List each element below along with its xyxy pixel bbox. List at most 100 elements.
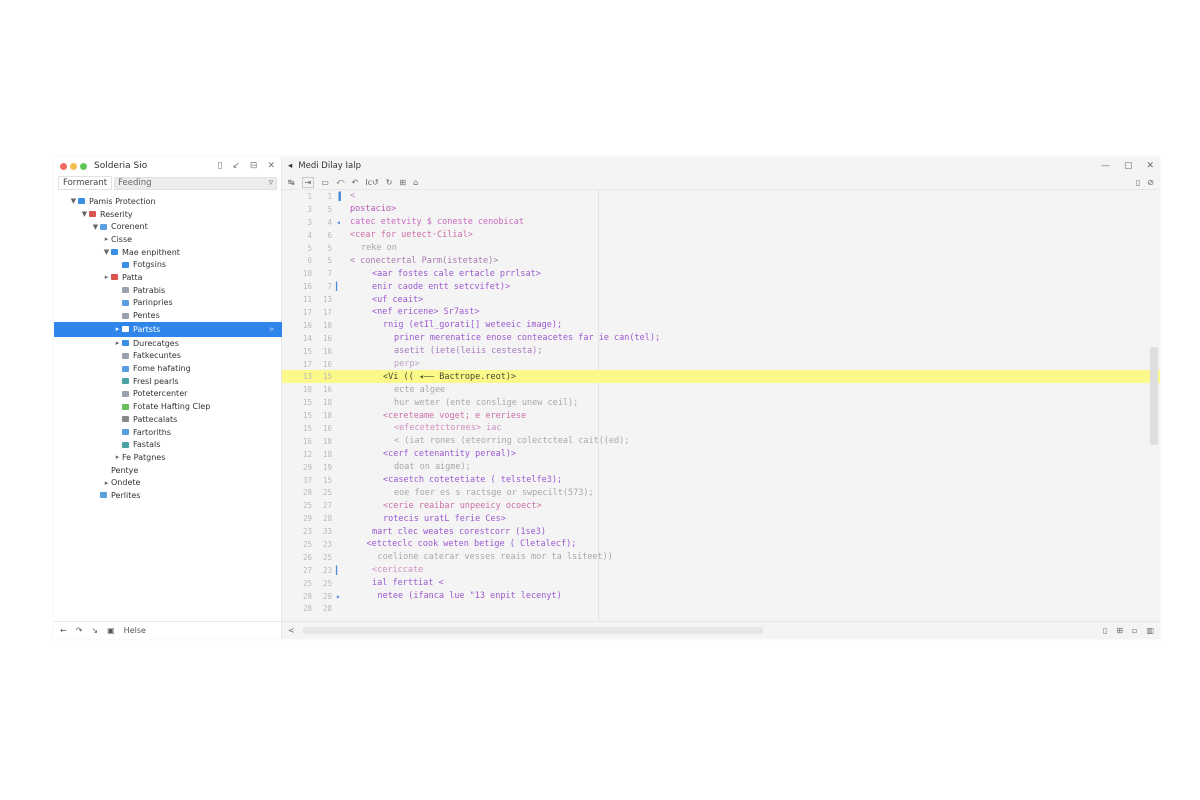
disclosure-icon[interactable]: ▼ — [69, 197, 78, 205]
disclosure-icon[interactable]: ▸ — [102, 273, 111, 281]
code-line[interactable]: 6 5 < conectertal Parm(istetate)> — [282, 254, 1160, 267]
code-text[interactable]: ecte algee — [388, 385, 445, 395]
tree-item[interactable]: Pentye — [54, 464, 282, 477]
tree-item[interactable]: ▸ Partsts ▹ — [54, 321, 282, 337]
tree-item[interactable]: Fresl pearls — [54, 375, 282, 388]
tree-item[interactable]: Fome hafating — [54, 362, 282, 375]
gutter-marker-icon[interactable]: ▸ — [336, 592, 344, 601]
code-line[interactable]: 1 1 ▐ < — [282, 190, 1160, 203]
tree-item[interactable]: ▸ Patta — [54, 271, 282, 284]
code-line[interactable]: 29 19 doat on aigme); — [282, 461, 1160, 474]
tree-item[interactable]: Potetercenter — [54, 388, 282, 401]
filter-icon[interactable]: ▿ — [269, 178, 273, 188]
code-line[interactable]: 25 25 ial ferttiat < — [282, 577, 1160, 590]
code-text[interactable]: <casetch cotetetiate ( telstelfe3); — [377, 475, 562, 485]
code-line[interactable]: 25 23 <etcteclc cook weten betige ( Cletal… — [282, 538, 1160, 551]
code-line[interactable]: 15 16 <efecetetctorees> iac — [282, 422, 1160, 435]
code-line[interactable]: 3 5 postacio> — [282, 203, 1160, 216]
code-text[interactable]: < conectertal Parm(istetate)> — [344, 256, 498, 266]
code-line[interactable]: 37 15 <casetch cotetetiate ( telstelfe3); — [282, 474, 1160, 487]
gutter-marker-icon[interactable]: ▐ — [336, 192, 344, 201]
code-text[interactable]: enir caode entt setcvifet)> — [366, 282, 510, 292]
tree-item[interactable]: ▼ Pamis Protection — [54, 195, 282, 208]
tree-item[interactable]: Fotate Hafting Clep — [54, 400, 282, 413]
code-text[interactable]: <cerie reaibar unpeeicy ocoect> — [377, 501, 542, 511]
layout-icon[interactable]: ⊟ — [250, 161, 258, 171]
code-line[interactable]: 5 5 reke on — [282, 242, 1160, 255]
back-icon[interactable]: ← — [60, 626, 67, 635]
tree-item[interactable]: Patrabis — [54, 284, 282, 297]
code-text[interactable]: ial ferttiat < — [366, 578, 444, 588]
minimize-icon[interactable]: — — [1101, 161, 1110, 171]
disclosure-icon[interactable]: ▸ — [113, 453, 122, 461]
code-text[interactable]: rotecis uratL ferie Ces> — [377, 514, 506, 524]
code-text[interactable]: <etcteclc cook weten betige ( Cletalecf)… — [361, 539, 577, 549]
code-line[interactable]: 28 28 — [282, 603, 1160, 616]
code-text[interactable]: asetit (iete(leiis cestesta); — [388, 346, 542, 356]
next-icon[interactable]: ↘ — [91, 626, 98, 635]
settings-icon[interactable]: ⊘ — [1147, 178, 1154, 187]
tree-item[interactable]: ▼ Mae enpithent — [54, 246, 282, 259]
tree-item[interactable]: Fatkecuntes — [54, 350, 282, 363]
code-line[interactable]: 16 18 < (iat rones (eteorring colectcteal … — [282, 435, 1160, 448]
code-area[interactable]: 1 1 ▐ <3 5 postacio> 3 4 ◂ catec etetvity $ cones… — [282, 190, 1160, 621]
code-text[interactable]: <cericcate — [366, 565, 423, 575]
tree-item[interactable]: Pentes — [54, 309, 282, 322]
disclosure-icon[interactable]: ▼ — [102, 248, 111, 256]
sidebar-filter[interactable]: Feeding ▿ — [114, 176, 277, 190]
code-text[interactable]: doat on aigme); — [388, 462, 471, 472]
code-text[interactable]: hur weter (ente conslige unew ceil); — [388, 398, 578, 408]
code-line[interactable]: 17 17 <nef ericene> Sr7ast> — [282, 306, 1160, 319]
code-line[interactable]: 14 16 priner merenatice enose conteacetes … — [282, 332, 1160, 345]
tree-item[interactable]: ▼ Corenent — [54, 220, 282, 233]
code-text[interactable]: <cereteame voget; e ereriese — [377, 411, 526, 421]
tree-item[interactable]: ▸ Ondete — [54, 476, 282, 489]
box-icon[interactable]: ▫ — [1132, 626, 1137, 635]
code-text[interactable]: priner merenatice enose conteacetes far … — [388, 333, 660, 343]
code-text[interactable]: <cerf cetenantity pereal)> — [377, 449, 516, 459]
code-text[interactable]: <efecetetctorees> iac — [388, 423, 501, 433]
tree-item[interactable]: ▸ Durecatges — [54, 337, 282, 350]
grid-icon[interactable]: ⊞ — [1116, 626, 1123, 635]
code-line[interactable]: 17 16 perp> — [282, 358, 1160, 371]
panel-icon[interactable]: ▥ — [1146, 626, 1154, 635]
tree-item[interactable]: Pattecalats — [54, 413, 282, 426]
tree-item[interactable]: ▸ Cisse — [54, 233, 282, 246]
disclosure-icon[interactable]: ▼ — [80, 210, 89, 218]
tree-item[interactable]: Fotgsins — [54, 258, 282, 271]
code-line[interactable]: 3 4 ◂ catec etetvity $ coneste cenobicat — [282, 216, 1160, 229]
vertical-scrollbar[interactable] — [1150, 347, 1158, 445]
code-text[interactable]: rnig (etIl_gorati[] weteeic image); — [377, 320, 562, 330]
code-line[interactable]: 28 25 eoe foer es s ractsge or swpecilt(57… — [282, 486, 1160, 499]
redo-icon[interactable]: ↻ — [386, 178, 393, 187]
gutter-marker-icon[interactable]: ▎ — [336, 566, 344, 575]
horizontal-scroll-thumb[interactable] — [302, 627, 763, 634]
disclosure-icon[interactable]: ▼ — [91, 223, 100, 231]
code-line[interactable]: 15 16 asetit (iete(leiis cestesta); — [282, 345, 1160, 358]
pen-icon[interactable]: ⤺ — [336, 177, 345, 187]
disclosure-icon[interactable]: ▸ — [113, 339, 122, 347]
layout-icon[interactable]: ▯ — [1103, 626, 1107, 635]
code-text[interactable]: <Vi (( ◂—— Bactrope.reot)> — [377, 372, 516, 382]
back-arrow-icon[interactable]: ◂ — [288, 161, 292, 171]
tree-item[interactable]: ▸ Fe Patgnes — [54, 451, 282, 464]
code-line[interactable]: 18 16 ecte algee — [282, 383, 1160, 396]
close-icon[interactable]: ✕ — [267, 161, 275, 171]
code-line[interactable]: 27 23 ▎ <cericcate — [282, 564, 1160, 577]
gutter-marker-icon[interactable]: ▎ — [336, 282, 344, 291]
forward-icon[interactable]: ↷ — [76, 626, 83, 635]
home-icon[interactable]: ⌂ — [413, 178, 418, 187]
code-line[interactable]: 16 18 rnig (etIl_gorati[] weteeic image); — [282, 319, 1160, 332]
tree-item[interactable]: Perlites — [54, 489, 282, 502]
code-line[interactable]: 4 6 <cear for uetect·Cilial> — [282, 229, 1160, 242]
code-line[interactable]: 11 13 <uf ceait> — [282, 293, 1160, 306]
code-line[interactable]: 12 18 <cerf cetenantity pereal)> — [282, 448, 1160, 461]
code-line[interactable]: 10 7 <aar fostes cale ertacle prrlsat> — [282, 267, 1160, 280]
tab-icon[interactable]: ⇥ — [301, 176, 315, 188]
code-line[interactable]: 23 33 mart clec weates corestcorr (1se3) — [282, 525, 1160, 538]
zoom-window-button[interactable] — [80, 162, 87, 170]
split-icon[interactable]: ▯ — [217, 161, 222, 171]
tree-item[interactable]: Fastals — [54, 438, 282, 451]
code-text[interactable]: catec etetvity $ coneste cenobicat — [344, 217, 524, 227]
code-text[interactable]: eoe foer es s ractsge or swpecilt(573); — [388, 488, 594, 498]
